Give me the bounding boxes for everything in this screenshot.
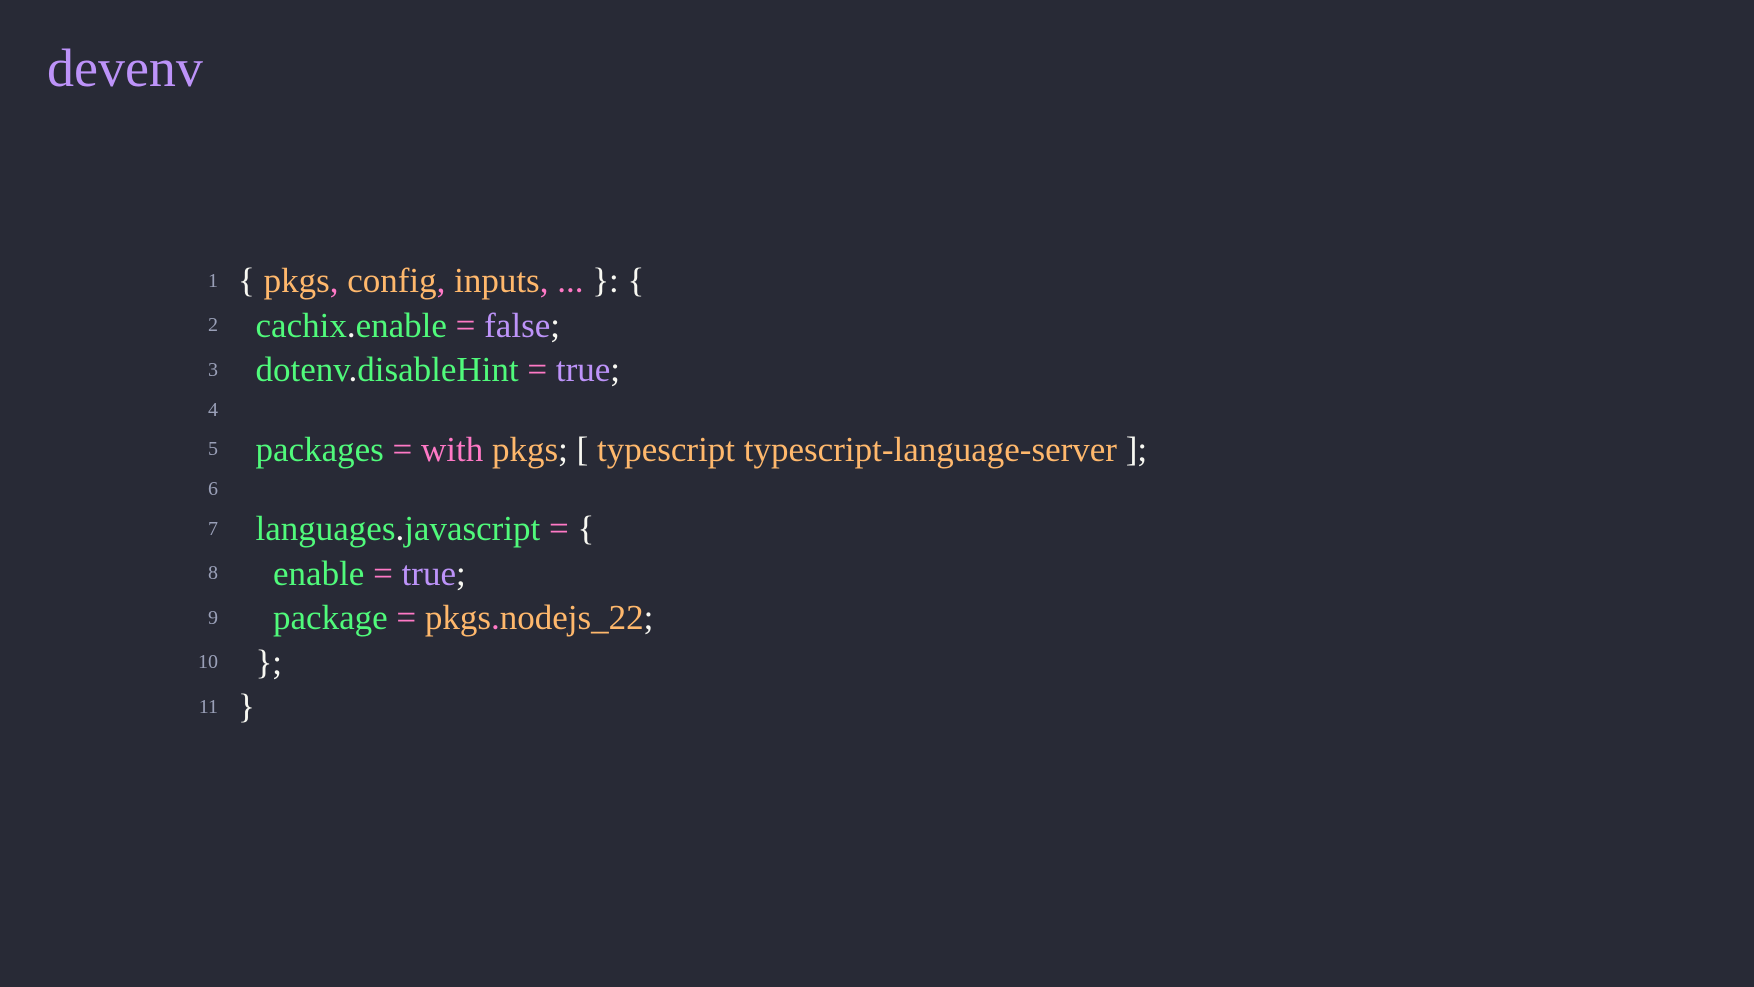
code-token-punct: { (238, 261, 264, 301)
code-token-bool: false (484, 305, 551, 345)
code-token-punct (238, 306, 256, 345)
code-token-op: . (491, 598, 500, 638)
code-token-param: inputs (454, 261, 540, 301)
code-line: 1 { pkgs, config, inputs, ... }: { (170, 259, 1147, 304)
code-token-bool: true (555, 350, 611, 390)
code-token-attr: enable (273, 553, 365, 593)
line-text: }; (238, 642, 283, 683)
code-line: 9 package = pkgs.nodejs_22; (170, 596, 1147, 641)
line-number: 2 (208, 314, 218, 337)
code-token-op: , (329, 261, 348, 301)
code-token-punct: ; (550, 305, 560, 345)
code-token-op: , (539, 261, 558, 301)
line-number: 6 (208, 478, 218, 500)
code-token-punct (238, 350, 256, 389)
code-token-attr: disableHint (357, 350, 519, 390)
code-token-punct (238, 509, 256, 548)
code-token-attr: languages (255, 509, 396, 549)
code-token-op: = (518, 350, 556, 390)
line-text: package = pkgs.nodejs_22; (238, 598, 653, 638)
code-token-param: nodejs_22 (499, 598, 644, 638)
line-number: 1 (208, 269, 218, 292)
code-token-param: pkgs (424, 598, 492, 638)
code-token-punct: ; (456, 553, 466, 593)
code-token-punct: }; (238, 642, 283, 682)
line-text: } (238, 687, 255, 727)
code-token-punct: { (577, 509, 595, 549)
line-text: cachix.enable = false; (238, 306, 560, 346)
code-token-param: typescript-language-server (743, 429, 1117, 469)
code-token-attr: enable (355, 305, 447, 345)
code-line: 6 (170, 472, 1147, 507)
code-token-punct: } (238, 687, 255, 727)
code-token-param: config (347, 261, 437, 301)
code-line: 4 (170, 393, 1147, 428)
line-number: 3 (208, 358, 218, 381)
line-text: dotenv.disableHint = true; (238, 350, 621, 390)
code-token-op: , (436, 261, 455, 301)
code-token-param: typescript (597, 429, 736, 469)
code-token-param: pkgs (263, 261, 330, 301)
code-token-punct: }: { (583, 261, 645, 301)
code-token-punct (238, 598, 273, 637)
code-token-attr: packages (255, 429, 384, 469)
code-token-attr: dotenv (255, 350, 349, 390)
code-line: 7 languages.javascript = { (170, 507, 1147, 552)
line-text: languages.javascript = { (238, 509, 595, 549)
line-number: 10 (198, 651, 218, 674)
code-token-punct (238, 554, 273, 593)
code-block: 1{ pkgs, config, inputs, ... }: {2 cachi… (170, 259, 1147, 730)
code-token-punct: . (348, 350, 358, 390)
code-token-op: = (383, 429, 422, 469)
code-token-op: = (387, 598, 425, 638)
code-token-punct (238, 430, 256, 469)
code-line: 2 cachix.enable = false; (170, 304, 1147, 349)
code-token-op: ... (557, 261, 584, 301)
line-number: 11 (198, 695, 218, 718)
code-line: 3 dotenv.disableHint = true; (170, 348, 1147, 393)
code-token-punct: ; (643, 598, 654, 638)
slide-title: devenv (47, 38, 203, 98)
code-token-punct: ]; (1116, 429, 1148, 469)
code-line: 5 packages = with pkgs; [ typescript typ… (170, 428, 1147, 473)
line-text: { pkgs, config, inputs, ... }: { (238, 261, 644, 301)
code-token-kw: with (421, 429, 484, 469)
code-line: 8 enable = true; (170, 552, 1147, 597)
code-line: 11} (170, 685, 1147, 730)
line-number: 7 (208, 517, 218, 540)
code-token-punct: ; (610, 350, 621, 390)
code-token-attr: cachix (255, 305, 347, 345)
code-token-attr: package (273, 598, 388, 638)
code-token-op: = (364, 553, 402, 593)
code-token-punct (735, 430, 744, 469)
code-token-punct (483, 430, 492, 469)
code-token-op: = (446, 305, 485, 345)
line-number: 8 (208, 562, 218, 585)
code-token-punct: ; [ (558, 429, 598, 469)
code-line: 10 }; (170, 641, 1147, 686)
code-token-attr: javascript (404, 509, 541, 549)
code-token-op: = (540, 509, 578, 549)
code-token-bool: true (401, 553, 456, 593)
line-text: enable = true; (238, 554, 466, 594)
line-number: 4 (208, 398, 218, 421)
code-token-param: pkgs (492, 429, 559, 469)
line-text: packages = with pkgs; [ typescript types… (238, 429, 1148, 470)
code-token-punct: . (346, 305, 356, 345)
line-number: 5 (208, 438, 218, 461)
code-token-punct: . (395, 509, 405, 549)
line-number: 9 (208, 606, 218, 629)
